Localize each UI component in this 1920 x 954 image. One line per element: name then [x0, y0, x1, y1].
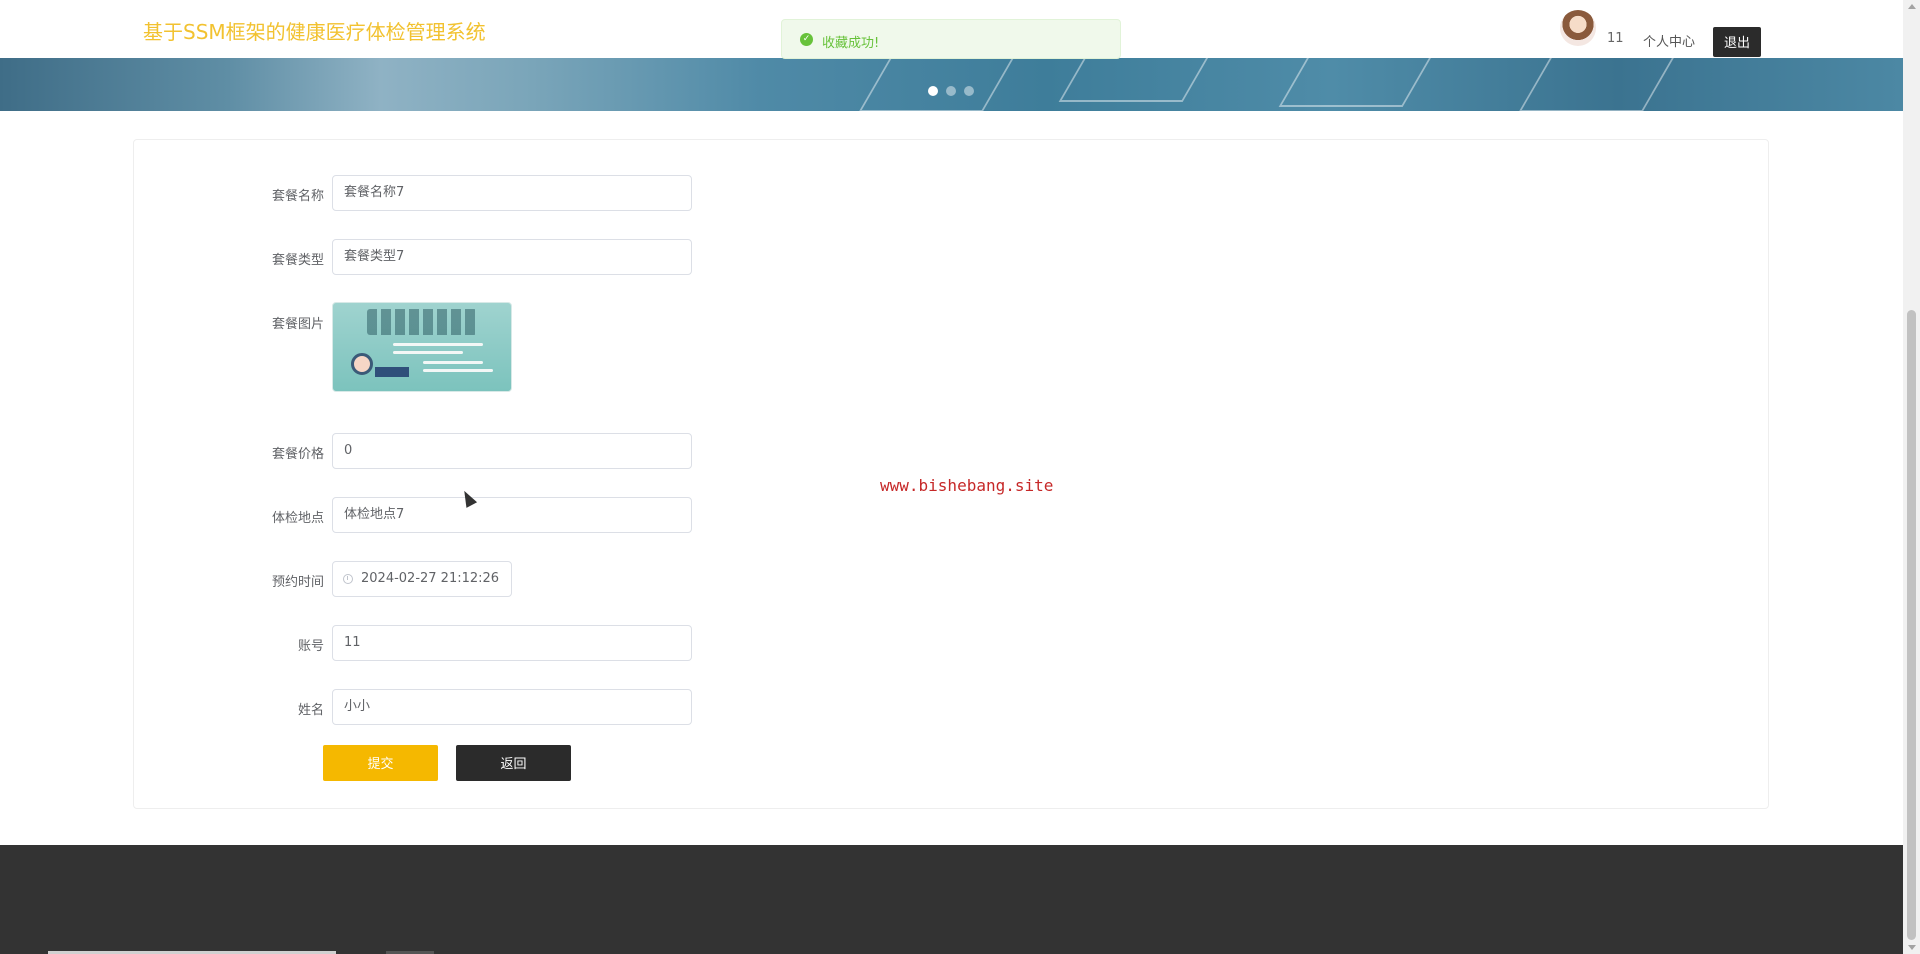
package-price-field[interactable]: 0 — [332, 433, 692, 469]
account-field[interactable]: 11 — [332, 625, 692, 661]
package-price-label: 套餐价格 — [271, 447, 324, 462]
booking-time-value: 2024-02-27 21:12:26 — [361, 571, 500, 586]
exam-location-label: 体检地点 — [271, 511, 324, 526]
scroll-down-arrow-icon[interactable] — [1908, 945, 1916, 950]
logout-button[interactable]: 退出 — [1713, 27, 1761, 57]
package-name-label: 套餐名称 — [271, 189, 324, 204]
banner-hex-shape — [1518, 58, 1686, 111]
page-footer — [0, 845, 1903, 954]
scroll-thumb[interactable] — [1907, 310, 1916, 940]
name-field[interactable]: 小小 — [332, 689, 692, 725]
account-label: 账号 — [297, 639, 324, 654]
package-image[interactable] — [332, 302, 512, 392]
banner-carousel — [0, 58, 1903, 111]
image-line — [393, 343, 483, 346]
image-tag — [375, 367, 409, 377]
package-image-label: 套餐图片 — [271, 317, 324, 332]
image-line — [423, 361, 483, 364]
back-button[interactable]: 返回 — [456, 745, 571, 781]
submit-button[interactable]: 提交 — [323, 745, 438, 781]
banner-hex-shape — [1278, 58, 1446, 107]
package-type-field[interactable]: 套餐类型7 — [332, 239, 692, 275]
package-type-label: 套餐类型 — [271, 253, 324, 268]
carousel-dot[interactable] — [928, 86, 938, 96]
image-face — [351, 353, 373, 375]
image-line — [393, 351, 463, 354]
booking-time-picker[interactable]: 2024-02-27 21:12:26 — [332, 561, 512, 597]
banner-hex-shape — [858, 58, 1026, 111]
toast-message: 收藏成功! — [822, 36, 880, 51]
image-title-art — [367, 309, 477, 335]
success-toast: ✓ 收藏成功! — [781, 19, 1121, 59]
page-scrollbar[interactable] — [1903, 0, 1920, 954]
package-name-field[interactable]: 套餐名称7 — [332, 175, 692, 211]
user-avatar[interactable] — [1560, 10, 1596, 46]
watermark-text: www.bishebang.site — [880, 476, 1054, 495]
personal-center-link[interactable]: 个人中心 — [1643, 31, 1695, 50]
exam-location-field[interactable]: 体检地点7 — [332, 497, 692, 533]
carousel-dot[interactable] — [946, 86, 956, 96]
booking-time-label: 预约时间 — [271, 575, 324, 590]
banner-hex-shape — [1058, 58, 1226, 102]
name-label: 姓名 — [297, 703, 324, 718]
clock-icon — [343, 574, 353, 584]
carousel-dot[interactable] — [964, 86, 974, 96]
image-line — [423, 369, 493, 372]
scroll-up-arrow-icon[interactable] — [1908, 4, 1916, 9]
site-title[interactable]: 基于SSM框架的健康医疗体检管理系统 — [143, 16, 486, 45]
check-circle-icon: ✓ — [800, 33, 813, 46]
carousel-indicators — [928, 86, 974, 96]
username: 11 — [1607, 31, 1624, 46]
